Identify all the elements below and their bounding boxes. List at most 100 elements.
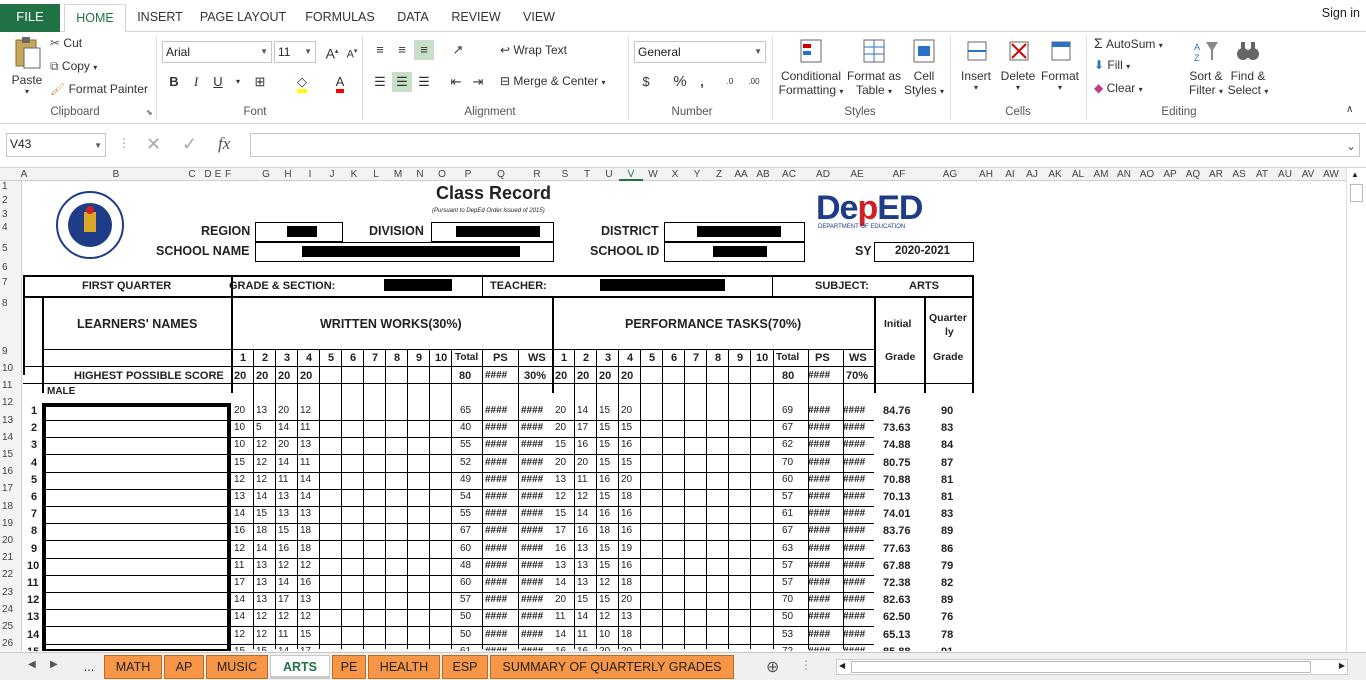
percent-icon[interactable]: % — [670, 72, 690, 92]
row-header-13[interactable]: 13 — [0, 415, 22, 426]
tab-file[interactable]: FILE — [0, 4, 60, 32]
ww-score-4[interactable]: 18 — [300, 525, 311, 536]
sheet-tab-pe[interactable]: PE — [332, 655, 366, 679]
align-bottom-icon[interactable]: ≡ — [414, 40, 434, 60]
pt-score-2[interactable]: 15 — [577, 594, 588, 605]
number-format-select[interactable]: General ▼ — [634, 41, 766, 63]
ww-score-3[interactable]: 14 — [278, 646, 289, 651]
column-header-s[interactable]: S — [553, 168, 577, 181]
bold-button[interactable]: B — [164, 72, 184, 92]
pt-score-4[interactable]: 19 — [621, 543, 632, 554]
row-header-8[interactable]: 8 — [0, 298, 22, 309]
column-header-x[interactable]: X — [663, 168, 687, 181]
underline-dropdown[interactable]: ▾ — [228, 72, 248, 92]
add-sheet-icon[interactable]: ⊕ — [766, 657, 779, 677]
column-header-aq[interactable]: AQ — [1181, 168, 1205, 181]
column-header-q[interactable]: Q — [489, 168, 513, 181]
column-header-ag[interactable]: AG — [938, 168, 962, 181]
row-header-4[interactable]: 4 — [0, 222, 22, 233]
ww-score-4[interactable]: 16 — [300, 577, 311, 588]
column-header-aw[interactable]: AW — [1319, 168, 1343, 181]
insert-cells-button[interactable]: Insert ▾ — [956, 36, 996, 92]
column-header-at[interactable]: AT — [1250, 168, 1274, 181]
ww-score-1[interactable]: 14 — [234, 594, 245, 605]
column-header-an[interactable]: AN — [1112, 168, 1136, 181]
pt-score-1[interactable]: 13 — [555, 474, 566, 485]
delete-cells-button[interactable]: Delete ▾ — [998, 36, 1038, 92]
ww-score-3[interactable]: 14 — [278, 457, 289, 468]
column-header-aa[interactable]: AA — [729, 168, 753, 181]
ww-score-1[interactable]: 11 — [234, 560, 244, 571]
row-header-10[interactable]: 10 — [0, 363, 22, 374]
column-header-ar[interactable]: AR — [1204, 168, 1228, 181]
ww-score-1[interactable]: 10 — [234, 422, 245, 433]
sheet-tab-health[interactable]: HEALTH — [368, 655, 440, 679]
row-header-24[interactable]: 24 — [0, 604, 22, 615]
column-header-b[interactable]: B — [104, 168, 128, 181]
row-header-25[interactable]: 25 — [0, 621, 22, 632]
pt-score-1[interactable]: 17 — [555, 525, 566, 536]
ww-score-3[interactable]: 14 — [278, 577, 289, 588]
scroll-thumb[interactable] — [1350, 184, 1363, 202]
ww-score-2[interactable]: 12 — [256, 457, 267, 468]
ww-score-2[interactable]: 15 — [256, 508, 267, 519]
column-header-af[interactable]: AF — [887, 168, 911, 181]
column-header-v[interactable]: V — [619, 168, 643, 181]
pt-score-3[interactable]: 16 — [599, 508, 610, 519]
row-header-23[interactable]: 23 — [0, 587, 22, 598]
pt-score-3[interactable]: 18 — [599, 525, 610, 536]
column-header-z[interactable]: Z — [707, 168, 731, 181]
row-header-6[interactable]: 6 — [0, 262, 22, 273]
sort-filter-button[interactable]: AZ Sort & Filter ▾ — [1186, 36, 1226, 97]
clipboard-launcher-icon[interactable]: ⬊ — [146, 108, 153, 117]
pt-score-4[interactable]: 20 — [621, 474, 632, 485]
column-header-u[interactable]: U — [597, 168, 621, 181]
ww-score-3[interactable]: 17 — [278, 594, 289, 605]
pt-score-2[interactable]: 13 — [577, 577, 588, 588]
pt-score-2[interactable]: 16 — [577, 525, 588, 536]
ww-score-2[interactable]: 13 — [256, 405, 267, 416]
ww-score-2[interactable]: 14 — [256, 491, 267, 502]
row-header-3[interactable]: 3 — [0, 209, 22, 220]
row-header-22[interactable]: 22 — [0, 569, 22, 580]
row-header-20[interactable]: 20 — [0, 535, 22, 546]
increase-decimal-icon[interactable]: .0 — [720, 72, 740, 92]
pt-score-2[interactable]: 14 — [577, 405, 588, 416]
collapse-ribbon-icon[interactable]: ∧ — [1346, 104, 1353, 115]
column-header-ai[interactable]: AI — [998, 168, 1022, 181]
ww-score-2[interactable]: 18 — [256, 525, 267, 536]
pt-score-1[interactable]: 14 — [555, 577, 566, 588]
pt-score-1[interactable]: 20 — [555, 405, 566, 416]
column-header-g[interactable]: G — [254, 168, 278, 181]
pt-score-4[interactable]: 15 — [621, 422, 632, 433]
column-header-ac[interactable]: AC — [777, 168, 801, 181]
ww-score-1[interactable]: 15 — [234, 457, 245, 468]
pt-score-3[interactable]: 12 — [599, 611, 610, 622]
comma-icon[interactable]: , — [692, 72, 712, 92]
conditional-formatting-button[interactable]: Conditional Formatting ▾ — [778, 36, 844, 97]
sheet-tab-ap[interactable]: AP — [164, 655, 204, 679]
align-center-icon[interactable]: ☰ — [392, 72, 412, 92]
font-size-select[interactable]: 11 ▼ — [274, 41, 316, 63]
fill-button[interactable]: ⬇ Fill ▾ — [1094, 58, 1130, 72]
pt-score-1[interactable]: 15 — [555, 508, 566, 519]
scroll-up-icon[interactable]: ▲ — [1351, 170, 1359, 179]
merge-center-button[interactable]: ⊟ Merge & Center ▾ — [500, 74, 605, 88]
column-header-y[interactable]: Y — [685, 168, 709, 181]
ww-score-2[interactable]: 12 — [256, 474, 267, 485]
pt-score-4[interactable]: 16 — [621, 508, 632, 519]
ww-score-4[interactable]: 18 — [300, 543, 311, 554]
column-header-am[interactable]: AM — [1089, 168, 1113, 181]
ww-score-3[interactable]: 13 — [278, 508, 289, 519]
column-header-ap[interactable]: AP — [1158, 168, 1182, 181]
pt-score-3[interactable]: 15 — [599, 594, 610, 605]
column-header-ah[interactable]: AH — [974, 168, 998, 181]
tab-data[interactable]: DATA — [390, 4, 436, 32]
ww-score-1[interactable]: 10 — [234, 439, 245, 450]
ww-score-3[interactable]: 12 — [278, 560, 289, 571]
cell-styles-button[interactable]: Cell Styles ▾ — [902, 36, 946, 97]
ww-score-4[interactable]: 11 — [300, 457, 310, 468]
row-header-7[interactable]: 7 — [0, 277, 22, 288]
pt-score-2[interactable]: 13 — [577, 560, 588, 571]
fill-color-icon[interactable]: ◇ — [292, 72, 312, 93]
